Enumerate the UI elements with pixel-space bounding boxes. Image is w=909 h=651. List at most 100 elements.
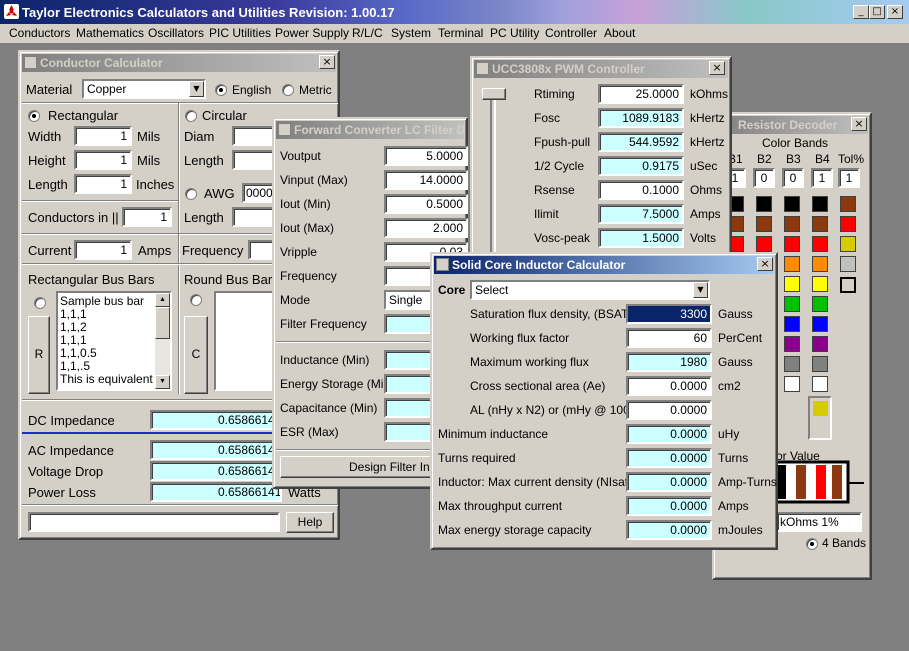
round-bus-radio[interactable] <box>190 294 202 306</box>
color-swatch[interactable] <box>784 256 800 272</box>
rect-bus-radio[interactable] <box>34 297 46 309</box>
menu-oscillators[interactable]: Oscillators <box>148 26 204 40</box>
color-swatch[interactable] <box>840 236 856 252</box>
inductor-row-field[interactable]: 0.0000 <box>626 400 712 420</box>
ucc-title-bar[interactable]: UCC3808x PWM Controller <box>474 60 728 78</box>
close-icon[interactable]: × <box>709 61 725 75</box>
color-swatch[interactable] <box>812 216 828 232</box>
awg-radio[interactable] <box>185 188 197 200</box>
iout-min-field[interactable]: 0.5000 <box>384 194 468 214</box>
color-swatch[interactable] <box>784 216 800 232</box>
color-swatch[interactable] <box>756 196 772 212</box>
color-swatch[interactable] <box>784 376 800 392</box>
menu-rlc[interactable]: R/L/C <box>352 26 383 40</box>
menu-mathematics[interactable]: Mathematics <box>76 26 144 40</box>
chevron-down-icon[interactable]: ▼ <box>189 81 204 97</box>
c-button[interactable]: C <box>184 316 208 394</box>
menu-system[interactable]: System <box>391 26 431 40</box>
color-swatch[interactable] <box>812 236 828 252</box>
color-swatch[interactable] <box>812 196 828 212</box>
inductor-title-bar[interactable]: Solid Core Inductor Calculator <box>434 256 774 274</box>
minimize-icon[interactable]: _ <box>853 5 869 19</box>
parallel-field[interactable]: 1 <box>122 207 172 227</box>
rtiming-field[interactable]: 25.0000 <box>598 84 684 104</box>
menu-terminal[interactable]: Terminal <box>438 26 483 40</box>
color-swatch[interactable] <box>812 316 828 332</box>
color-swatch[interactable] <box>840 256 856 272</box>
vinput-field[interactable]: 14.0000 <box>384 170 468 190</box>
color-swatch[interactable] <box>784 236 800 252</box>
inductor-calculator-window: Solid Core Inductor Calculator × Core Se… <box>430 252 778 550</box>
material-select[interactable]: Copper ▼ <box>82 79 206 99</box>
chevron-down-icon[interactable]: ▼ <box>693 282 708 298</box>
current-unit: Amps <box>138 243 172 258</box>
menu-pic-utilities[interactable]: PIC Utilities <box>209 26 271 40</box>
band4-value[interactable]: 1 <box>811 168 833 188</box>
bus-bar-list[interactable]: Sample bus bar 1,1,1 1,1,2 1,1,1 1,1,0.5… <box>56 291 172 391</box>
r-button[interactable]: R <box>28 316 50 394</box>
menu-controller[interactable]: Controller <box>545 26 597 40</box>
color-swatch[interactable] <box>840 216 856 232</box>
conductor-title-bar[interactable]: Conductor Calculator <box>22 54 336 72</box>
color-swatch[interactable] <box>784 356 800 372</box>
color-swatch[interactable] <box>756 216 772 232</box>
english-radio[interactable] <box>215 84 227 96</box>
scroll-down-icon[interactable]: ▼ <box>155 375 170 389</box>
forward-title-bar[interactable]: Forward Converter LC Filter De <box>276 121 464 139</box>
color-swatch[interactable] <box>812 376 828 392</box>
close-icon[interactable]: × <box>757 257 773 271</box>
band3-value[interactable]: 0 <box>782 168 804 188</box>
rtiming-slider-thumb[interactable] <box>482 88 506 100</box>
color-swatch[interactable] <box>784 336 800 352</box>
length-field[interactable]: 1 <box>74 174 132 194</box>
tolerance-none-swatch[interactable] <box>840 277 856 293</box>
rtiming-slider-track[interactable] <box>490 92 496 268</box>
color-swatch[interactable] <box>756 236 772 252</box>
inductor-row-field[interactable]: 0.0000 <box>626 376 712 396</box>
color-swatch[interactable] <box>812 256 828 272</box>
inductor-row-field[interactable]: 3300 <box>626 304 712 324</box>
color-swatch[interactable] <box>784 196 800 212</box>
menu-about[interactable]: About <box>604 26 635 40</box>
band2-value[interactable]: 0 <box>753 168 775 188</box>
menu-pc-utility[interactable]: PC Utility <box>490 26 539 40</box>
menu-conductors[interactable]: Conductors <box>9 26 70 40</box>
color-swatch[interactable] <box>812 276 828 292</box>
rectangular-radio[interactable] <box>28 110 40 122</box>
scroll-up-icon[interactable]: ▲ <box>155 293 170 307</box>
inductor-row-field: 0.0000 <box>626 520 712 540</box>
iout-max-field[interactable]: 2.000 <box>384 218 468 238</box>
inductor-row-unit: Gauss <box>718 307 753 321</box>
list-item[interactable]: This is equivalent <box>60 373 170 386</box>
voutput-field[interactable]: 5.0000 <box>384 146 468 166</box>
list-scrollbar[interactable]: ▲ ▼ <box>155 293 170 389</box>
width-field[interactable]: 1 <box>74 126 132 146</box>
color-swatch[interactable] <box>812 296 828 312</box>
app-title-bar[interactable]: Taylor Electronics Calculators and Utili… <box>0 0 909 24</box>
color-swatch[interactable] <box>812 336 828 352</box>
current-field[interactable]: 1 <box>74 240 132 260</box>
core-select[interactable]: Select ▼ <box>470 280 710 300</box>
four-bands-radio[interactable] <box>806 538 818 550</box>
help-button[interactable]: Help <box>286 512 334 533</box>
color-swatch[interactable] <box>784 296 800 312</box>
metric-radio[interactable] <box>282 84 294 96</box>
color-swatch[interactable] <box>784 276 800 292</box>
height-field[interactable]: 1 <box>74 150 132 170</box>
status-field[interactable] <box>28 512 280 532</box>
close-icon[interactable]: × <box>319 55 335 69</box>
maximize-icon[interactable]: □ <box>869 5 885 19</box>
band-selector[interactable] <box>808 396 832 440</box>
inductor-row-field[interactable]: 60 <box>626 328 712 348</box>
circular-radio[interactable] <box>185 110 197 122</box>
tol-value[interactable]: 1 <box>838 168 860 188</box>
resistor-title-bar[interactable]: Resistor Decoder <box>716 116 868 134</box>
color-swatch[interactable] <box>812 356 828 372</box>
rsense-field[interactable]: 0.1000 <box>598 180 684 200</box>
close-icon[interactable]: × <box>887 5 903 19</box>
color-swatch[interactable] <box>784 316 800 332</box>
scroll-thumb[interactable] <box>155 307 170 339</box>
color-swatch[interactable] <box>840 196 856 212</box>
menu-power-supply[interactable]: Power Supply <box>275 26 349 40</box>
close-icon[interactable]: × <box>851 117 867 131</box>
